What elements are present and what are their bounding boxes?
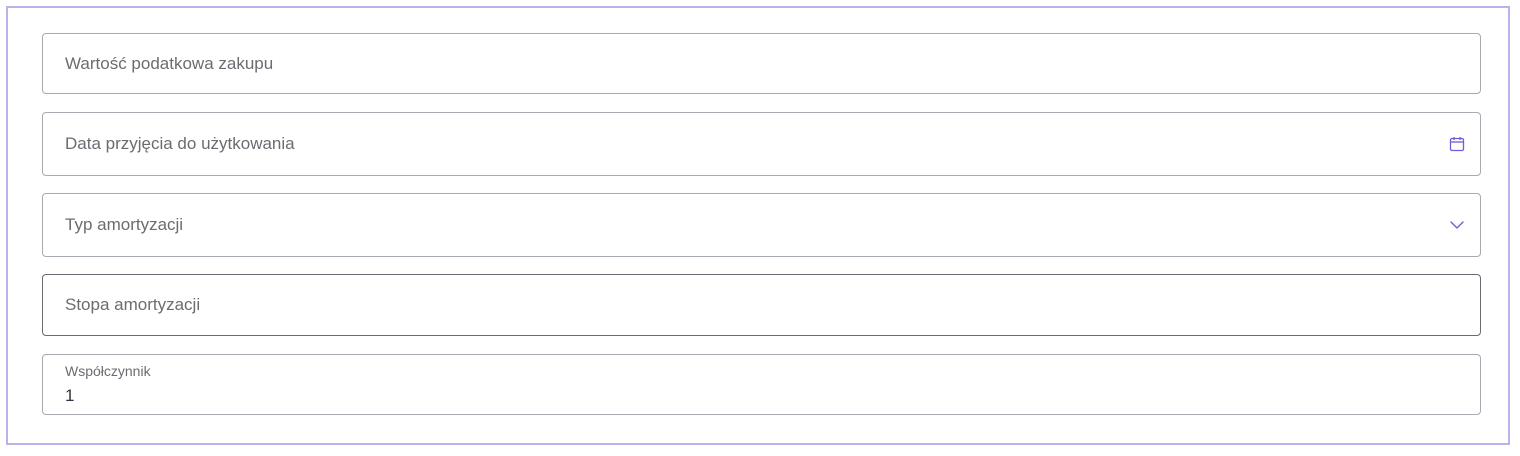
commissioning-date-placeholder: Data przyjęcia do użytkowania	[65, 134, 295, 153]
depreciation-rate-field[interactable]: Stopa amortyzacji	[42, 274, 1481, 336]
commissioning-date-field[interactable]: Data przyjęcia do użytkowania	[42, 112, 1481, 176]
coefficient-value[interactable]: 1	[65, 386, 74, 406]
chevron-down-icon[interactable]	[1448, 216, 1466, 234]
depreciation-type-select[interactable]: Typ amortyzacji	[42, 193, 1481, 257]
coefficient-field[interactable]: Współczynnik 1	[42, 354, 1481, 415]
depreciation-type-placeholder: Typ amortyzacji	[65, 215, 184, 234]
calendar-icon[interactable]	[1448, 135, 1466, 153]
coefficient-label: Współczynnik	[65, 363, 151, 379]
purchase-value-placeholder: Wartość podatkowa zakupu	[65, 53, 274, 73]
depreciation-rate-placeholder: Stopa amortyzacji	[65, 295, 201, 314]
purchase-value-field[interactable]: Wartość podatkowa zakupu	[42, 33, 1481, 94]
